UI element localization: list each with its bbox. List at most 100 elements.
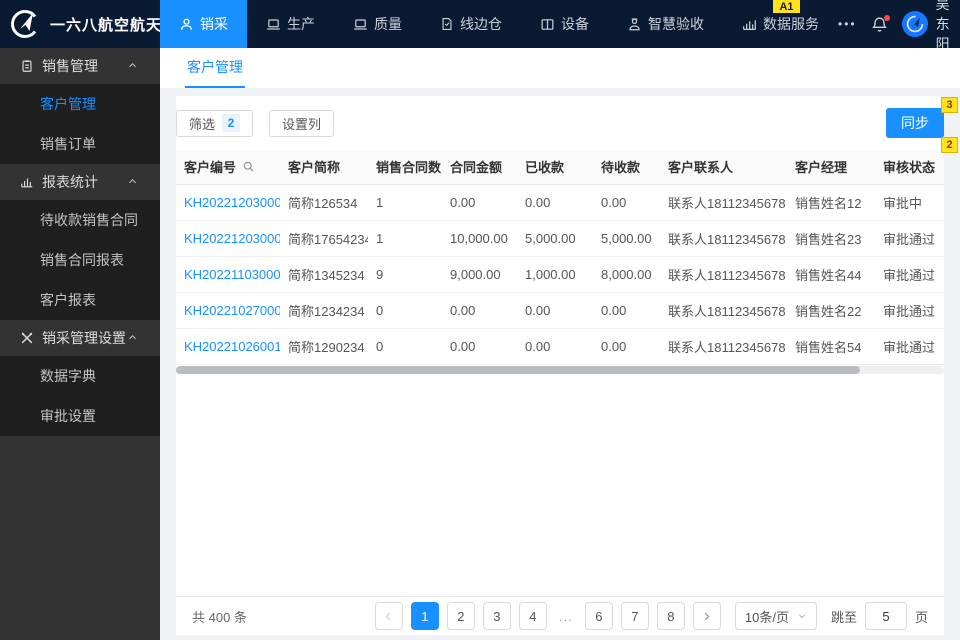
sidebar-item-sales-orders[interactable]: 销售订单 [0, 124, 160, 164]
page-ellipsis[interactable]: ... [555, 602, 577, 630]
chevron-up-icon [127, 174, 146, 190]
jump-suffix-label: 页 [914, 609, 928, 625]
company-logo-icon [8, 7, 42, 41]
page-button-4[interactable]: 4 [518, 602, 547, 630]
sync-button[interactable]: 同步 [886, 108, 944, 138]
chevron-up-icon [127, 58, 146, 74]
table-row: KH202211030004 简称1345234 9 9,000.00 1,00… [176, 256, 944, 293]
sidebar: 销售管理 客户管理 销售订单 报表统计 待收款销售合同 销售合同报表 客户报表 … [0, 48, 160, 640]
chart-icon [742, 17, 757, 32]
customer-id-link[interactable]: KH202212030001 [176, 184, 280, 221]
column-header-received[interactable]: 已收款 [517, 150, 593, 185]
jump-page-input[interactable] [864, 602, 907, 630]
user-avatar[interactable] [901, 11, 928, 37]
nav-item-sales-purchase[interactable]: 销采 [160, 0, 247, 48]
column-header-customer-id[interactable]: 客户编号 [176, 150, 280, 185]
page-button-8[interactable]: 8 [656, 602, 685, 630]
nav-item-smart-acceptance[interactable]: 智慧验收 [608, 0, 723, 48]
notification-dot [883, 14, 890, 21]
nav-item-equipment[interactable]: 设备 [521, 0, 608, 48]
tab-bar: 客户管理 [160, 48, 960, 88]
filter-button[interactable]: 筛选 2 [176, 109, 254, 137]
sidebar-item-customer-report[interactable]: 客户报表 [0, 280, 160, 320]
page-button-6[interactable]: 6 [584, 602, 613, 630]
toolbar: 筛选 2 设置列 同步 [176, 96, 944, 150]
column-header-audit-status[interactable]: 审核状态 [875, 150, 944, 185]
page-button-7[interactable]: 7 [620, 602, 649, 630]
sidebar-item-approval-settings[interactable]: 审批设置 [0, 396, 160, 436]
customer-id-link[interactable]: KH202210270003 [176, 292, 280, 329]
nav-right-cluster: ••• 吴东阳 退出 [838, 0, 960, 52]
laptop-icon [353, 17, 368, 32]
total-count-label: 共 400 条 [192, 609, 247, 625]
column-header-contract-amount[interactable]: 合同金额 [442, 150, 517, 185]
chevron-up-icon [127, 330, 146, 346]
more-menu-button[interactable]: ••• [838, 17, 857, 31]
chevron-down-icon [797, 611, 807, 621]
sidebar-group-sales-management[interactable]: 销售管理 [0, 48, 160, 84]
column-header-receivable[interactable]: 待收款 [593, 150, 660, 185]
pagination-bar: 共 400 条 1 2 3 4 ... 6 7 8 10条/页 跳至 5 页 [176, 596, 944, 635]
status-text: 审批中 [875, 184, 944, 221]
customer-id-link[interactable]: KH202210260017 [176, 328, 280, 365]
laptop-icon [266, 17, 281, 32]
user-icon [179, 17, 194, 32]
jump-to-label: 跳至 [830, 609, 857, 625]
status-text: 审批通过 [875, 220, 944, 257]
column-header-contract-count[interactable]: 销售合同数 [368, 150, 442, 185]
tab-customer-management[interactable]: 客户管理 [185, 48, 245, 88]
table-row: KH202210270003 简称1234234 0 0.00 0.00 0.0… [176, 292, 944, 329]
primary-nav: 销采 生产 质量 线边仓 设备 智慧验收 数据服务 [160, 0, 838, 48]
page-button-3[interactable]: 3 [482, 602, 511, 630]
brand-name: 一六八航空航天 [50, 16, 163, 34]
tablet-icon [540, 17, 555, 32]
table-row: KH202212030001 简称17654234 1 10,000.00 5,… [176, 220, 944, 257]
page-size-select[interactable]: 10条/页 [734, 602, 817, 630]
som-mark-3: 3 [941, 97, 958, 113]
som-mark-2: 2 [941, 137, 958, 153]
app-window: 一六八航空航天 销采 生产 质量 线边仓 设备 智慧验收 数据服务 ••• 吴东… [0, 0, 960, 640]
page-button-1[interactable]: 1 [410, 602, 439, 630]
nav-item-line-warehouse[interactable]: 线边仓 [421, 0, 521, 48]
filter-count-badge: 2 [222, 114, 241, 132]
status-text: 审批通过 [875, 328, 944, 365]
customer-id-link[interactable]: KH202211030004 [176, 256, 280, 293]
table-row: KH202212030001 简称126534 1 0.00 0.00 0.00… [176, 184, 944, 221]
customer-table: 客户编号 客户简称 销售合同数 合同金额 已收款 待收款 客户联系人 客户经理 [176, 150, 944, 365]
search-icon[interactable] [242, 160, 255, 173]
top-navbar: 一六八航空航天 销采 生产 质量 线边仓 设备 智慧验收 数据服务 ••• 吴东… [0, 0, 960, 52]
column-header-manager[interactable]: 客户经理 [787, 150, 875, 185]
sidebar-item-sales-contract-report[interactable]: 销售合同报表 [0, 240, 160, 280]
column-header-contact[interactable]: 客户联系人 [660, 150, 787, 185]
table-header-row: 客户编号 客户简称 销售合同数 合同金额 已收款 待收款 客户联系人 客户经理 [176, 150, 944, 185]
sidebar-item-customer-management[interactable]: 客户管理 [0, 84, 160, 124]
column-settings-button[interactable]: 设置列 [269, 109, 335, 137]
content-card: 筛选 2 设置列 同步 客户编号 客户简称 销售合同数 合同金额 已收款 待收款… [176, 96, 944, 635]
submenu-sales-management: 客户管理 销售订单 [0, 84, 160, 164]
horizontal-scrollbar-thumb[interactable] [176, 365, 860, 374]
nav-item-quality[interactable]: 质量 [334, 0, 421, 48]
next-page-button[interactable] [692, 602, 721, 630]
page-button-2[interactable]: 2 [446, 602, 475, 630]
prev-page-button[interactable] [374, 602, 403, 630]
brand: 一六八航空航天 [0, 0, 163, 48]
bar-chart-icon [20, 175, 42, 189]
nav-item-production[interactable]: 生产 [247, 0, 334, 48]
column-header-customer-short-name[interactable]: 客户简称 [280, 150, 368, 185]
status-text: 审批通过 [875, 256, 944, 293]
clipboard-icon [20, 59, 42, 73]
sidebar-item-data-dictionary[interactable]: 数据字典 [0, 356, 160, 396]
notification-bell-icon[interactable] [871, 14, 890, 33]
sidebar-group-report-statistics[interactable]: 报表统计 [0, 164, 160, 200]
customer-id-link[interactable]: KH202212030001 [176, 220, 280, 257]
sidebar-item-receivable-sales-contracts[interactable]: 待收款销售合同 [0, 200, 160, 240]
username-label[interactable]: 吴东阳 [936, 0, 950, 54]
sidebar-group-sales-purchase-settings[interactable]: 销采管理设置 [0, 320, 160, 356]
tools-icon [20, 331, 42, 345]
person-icon [627, 17, 642, 32]
status-text: 审批通过 [875, 292, 944, 329]
main-area: 客户管理 筛选 2 设置列 同步 客户编号 客户简称 销售合同数 合同金额 已收… [160, 48, 960, 640]
submenu-report-statistics: 待收款销售合同 销售合同报表 客户报表 [0, 200, 160, 320]
file-icon [440, 17, 454, 31]
horizontal-scrollbar[interactable] [176, 365, 944, 374]
